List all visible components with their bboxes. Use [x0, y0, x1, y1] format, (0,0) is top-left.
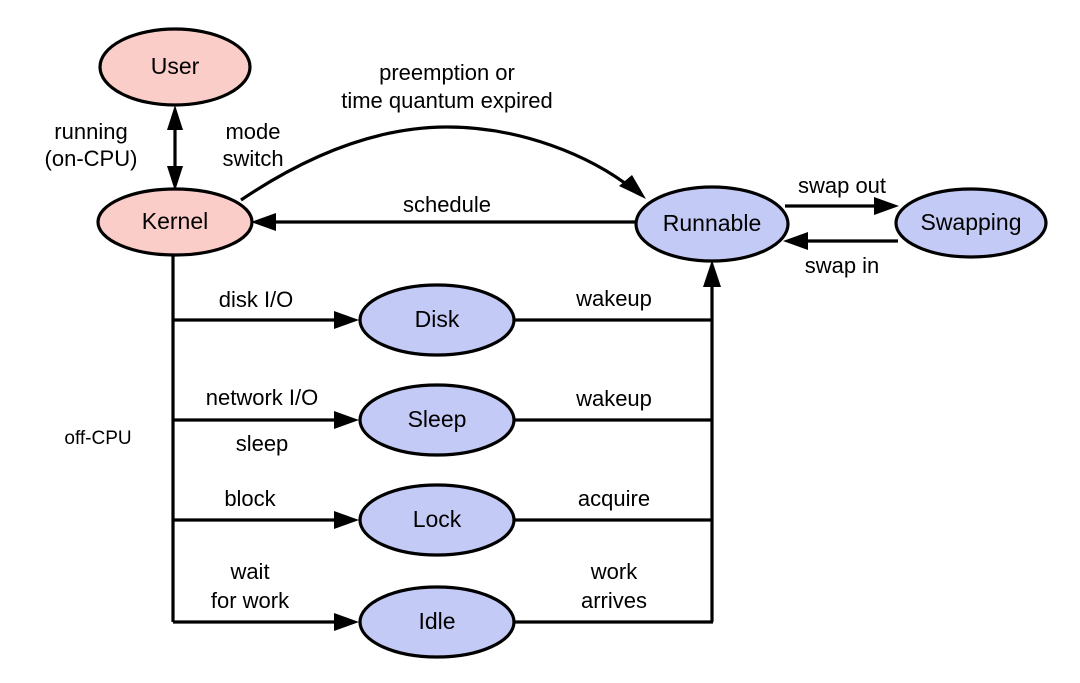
work-arrives-label-line1: work [590, 559, 638, 584]
running-label-line1: running [54, 119, 127, 144]
swap-out-label: swap out [798, 173, 886, 198]
edge-disk-io [173, 311, 359, 329]
wakeup-disk-label: wakeup [575, 286, 652, 311]
edge-swap-out [785, 197, 899, 215]
idle-label: Idle [418, 608, 455, 634]
disk-io-label: disk I/O [219, 287, 294, 312]
mode-switch-label-line2: switch [222, 146, 283, 171]
network-io-label: network I/O [206, 385, 318, 410]
node-user[interactable]: User [98, 27, 252, 107]
sleep-label: Sleep [408, 406, 467, 432]
return-trunk-arrow [703, 260, 721, 287]
off-cpu-label: off-CPU [64, 428, 131, 449]
mode-switch-label-line1: mode [225, 119, 280, 144]
thread-state-diagram: User Kernel Runnable Swapping Disk Sleep… [0, 0, 1080, 683]
node-sleep[interactable]: Sleep [358, 383, 516, 457]
preemption-label-line2: time quantum expired [341, 88, 553, 113]
mode-switch-arrow-up [167, 105, 183, 130]
schedule-arrow [251, 213, 276, 231]
mode-switch-arrow-down [167, 166, 183, 191]
block-arrow [334, 511, 359, 529]
edge-mode-switch [167, 105, 183, 191]
swap-in-label: swap in [805, 253, 880, 278]
edge-block [173, 511, 359, 529]
diagram-canvas: User Kernel Runnable Swapping Disk Sleep… [45, 27, 1048, 659]
node-swapping[interactable]: Swapping [894, 187, 1048, 259]
kernel-label: Kernel [142, 208, 208, 234]
edge-return-trunk [703, 260, 721, 622]
wait-label-line2: for work [211, 588, 290, 613]
disk-io-arrow [334, 311, 359, 329]
node-kernel[interactable]: Kernel [96, 187, 254, 257]
preemption-label-line1: preemption or [379, 60, 515, 85]
network-io-arrow [334, 411, 359, 429]
node-disk[interactable]: Disk [358, 283, 516, 357]
schedule-label: schedule [403, 192, 491, 217]
preemption-curve [240, 125, 635, 202]
runnable-label: Runnable [663, 210, 761, 236]
node-runnable[interactable]: Runnable [634, 185, 790, 263]
edge-preemption [240, 125, 646, 202]
node-lock[interactable]: Lock [358, 483, 516, 557]
wait-label-line1: wait [229, 559, 269, 584]
preemption-arrow [619, 175, 646, 199]
edge-wait-for-work [173, 613, 359, 631]
running-label-line2: (on-CPU) [45, 146, 138, 171]
swap-out-arrow [874, 197, 899, 215]
work-arrives-label-line2: arrives [581, 588, 647, 613]
wait-for-work-arrow [334, 613, 359, 631]
swapping-label: Swapping [920, 209, 1021, 235]
disk-label: Disk [415, 306, 460, 332]
wakeup-sleep-label: wakeup [575, 386, 652, 411]
sleep-call-label: sleep [236, 431, 289, 456]
block-label: block [224, 486, 276, 511]
node-idle[interactable]: Idle [358, 585, 516, 659]
edge-network-io [173, 411, 359, 429]
acquire-label: acquire [578, 486, 650, 511]
edge-swap-in [783, 232, 898, 250]
user-label: User [151, 53, 200, 79]
lock-label: Lock [413, 506, 462, 532]
